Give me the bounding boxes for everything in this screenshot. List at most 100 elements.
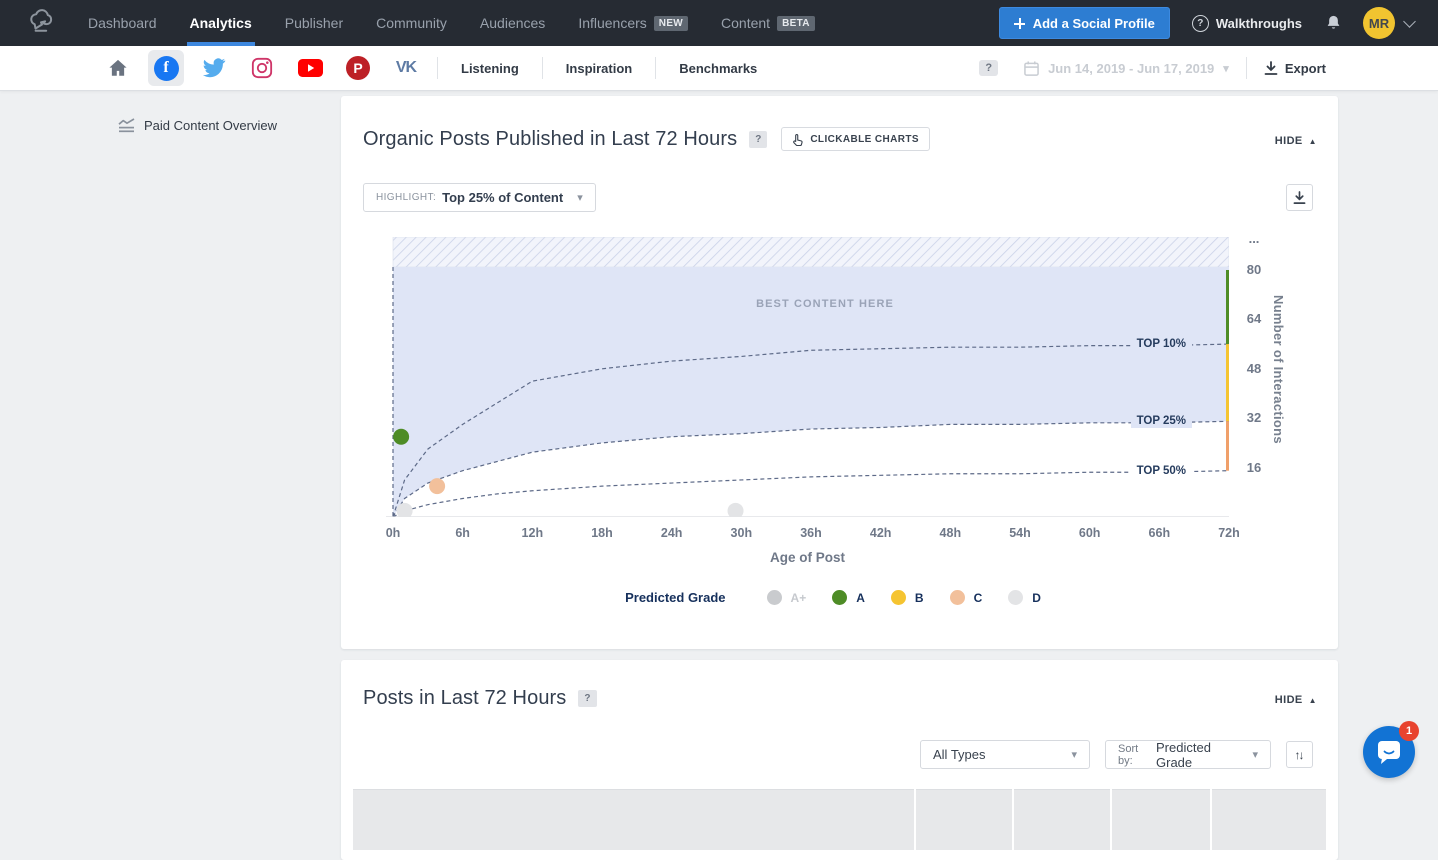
- legend-item-a[interactable]: A: [832, 590, 865, 605]
- benchmark-chart: BEST CONTENT HERE TOP 10% TOP 25% TOP 50…: [341, 237, 1338, 582]
- y-tick-label: 80: [1237, 262, 1271, 277]
- clickable-charts-button[interactable]: CLICKABLE CHARTS: [781, 127, 930, 151]
- sort-arrows-icon: ↑↓: [1295, 748, 1303, 762]
- post-type-filter[interactable]: All Types ▾: [920, 740, 1090, 769]
- x-tick-label: 18h: [580, 526, 624, 540]
- pinterest-channel-tab[interactable]: P: [334, 46, 382, 91]
- date-range-picker[interactable]: Jun 14, 2019 - Jun 17, 2019 ▾: [1024, 61, 1229, 76]
- home-icon[interactable]: [94, 46, 142, 91]
- table-header-cell: [1112, 789, 1210, 850]
- table-header-cell: [916, 789, 1012, 850]
- tab-listening[interactable]: Listening: [438, 61, 542, 76]
- y-tick-label: 16: [1237, 460, 1271, 475]
- grade-legend: Predicted Grade A+ A B C D: [341, 590, 1338, 605]
- sort-direction-button[interactable]: ↑↓: [1286, 741, 1313, 768]
- walkthroughs-button[interactable]: ? Walkthroughs: [1192, 15, 1302, 32]
- top-25-label: TOP 25%: [1131, 414, 1192, 428]
- nav-item-analytics[interactable]: Analytics: [190, 0, 252, 46]
- youtube-channel-tab[interactable]: [286, 46, 334, 91]
- nav-item-community[interactable]: Community: [376, 0, 447, 46]
- app-logo-icon[interactable]: [24, 6, 58, 40]
- x-tick-label: 12h: [510, 526, 554, 540]
- caret-up-icon: ▲: [1309, 696, 1317, 705]
- plus-icon: [1014, 18, 1025, 29]
- highlight-label: HIGHLIGHT:: [376, 192, 436, 203]
- vk-icon: VK: [396, 59, 416, 77]
- nav-item-content[interactable]: Content BETA: [721, 0, 815, 46]
- legend-item-d[interactable]: D: [1008, 590, 1041, 605]
- table-header-cell: [1212, 789, 1326, 850]
- sort-by-label: Sort by:: [1118, 743, 1151, 767]
- help-badge[interactable]: ?: [979, 60, 998, 76]
- highlight-dropdown[interactable]: HIGHLIGHT: Top 25% of Content ▾: [363, 183, 596, 212]
- caret-down-icon: ▾: [1071, 748, 1077, 761]
- hand-pointer-icon: [792, 133, 804, 146]
- x-tick-label: 54h: [998, 526, 1042, 540]
- download-chart-button[interactable]: [1286, 184, 1313, 211]
- section-title: Posts in Last 72 Hours: [363, 687, 566, 710]
- tab-inspiration[interactable]: Inspiration: [543, 61, 655, 76]
- y-tick-label: ...: [1237, 231, 1271, 246]
- calendar-icon: [1024, 61, 1039, 76]
- add-social-profile-button[interactable]: Add a Social Profile: [999, 7, 1170, 39]
- divider: [1246, 57, 1247, 79]
- sort-by-dropdown[interactable]: Sort by: Predicted Grade ▾: [1105, 740, 1271, 769]
- walkthroughs-label: Walkthroughs: [1216, 16, 1302, 31]
- tab-benchmarks[interactable]: Benchmarks: [656, 61, 780, 76]
- grade-swatch: [950, 590, 965, 605]
- table-header-cell: [353, 789, 914, 850]
- pinterest-icon: P: [346, 56, 370, 80]
- x-tick-label: 72h: [1207, 526, 1251, 540]
- help-badge[interactable]: ?: [578, 690, 596, 707]
- caret-down-icon: ▾: [1223, 62, 1229, 75]
- x-tick-label: 42h: [859, 526, 903, 540]
- nav-item-publisher[interactable]: Publisher: [285, 0, 343, 46]
- help-badge[interactable]: ?: [749, 131, 767, 148]
- x-axis-title: Age of Post: [386, 550, 1229, 565]
- legend-item-a-plus[interactable]: A+: [767, 590, 807, 605]
- x-tick-label: 0h: [371, 526, 415, 540]
- nav-item-label: Influencers: [578, 15, 646, 31]
- caret-down-icon: ▾: [1252, 748, 1258, 761]
- chevron-down-icon: [1403, 15, 1416, 28]
- grade-label: B: [915, 591, 924, 605]
- page-title: Organic Posts Published in Last 72 Hours: [363, 128, 737, 151]
- y-tick-label: 32: [1237, 410, 1271, 425]
- organic-posts-card: Organic Posts Published in Last 72 Hours…: [341, 96, 1338, 649]
- sidebar-item-label: Paid Content Overview: [144, 118, 277, 133]
- grade-label: A: [856, 591, 865, 605]
- sidebar-item-paid-content-overview[interactable]: Paid Content Overview: [118, 118, 277, 133]
- legend-item-c[interactable]: C: [950, 590, 983, 605]
- grade-swatch: [832, 590, 847, 605]
- post-type-value: All Types: [933, 747, 986, 762]
- user-menu[interactable]: MR: [1363, 7, 1414, 39]
- x-tick-label: 36h: [789, 526, 833, 540]
- chart-lines-icon: [118, 118, 135, 133]
- twitter-channel-tab[interactable]: [190, 46, 238, 91]
- caret-up-icon: ▲: [1309, 137, 1317, 146]
- nav-item-dashboard[interactable]: Dashboard: [88, 0, 157, 46]
- avatar: MR: [1363, 7, 1395, 39]
- notifications-bell-icon[interactable]: [1324, 13, 1343, 33]
- nav-item-audiences[interactable]: Audiences: [480, 0, 545, 46]
- vk-channel-tab[interactable]: VK: [382, 46, 430, 91]
- grade-label: A+: [791, 591, 807, 605]
- posts-list-card: Posts in Last 72 Hours ? HIDE ▲ All Type…: [341, 660, 1338, 860]
- new-badge: NEW: [654, 16, 688, 31]
- top-50-label: TOP 50%: [1131, 464, 1192, 478]
- legend-item-b[interactable]: B: [891, 590, 924, 605]
- nav-item-influencers[interactable]: Influencers NEW: [578, 0, 688, 46]
- caret-down-icon: ▾: [577, 191, 583, 204]
- y-axis-title: Number of Interactions: [1271, 295, 1286, 475]
- download-icon: [1293, 191, 1306, 205]
- x-tick-label: 24h: [650, 526, 694, 540]
- x-tick-label: 48h: [928, 526, 972, 540]
- chart-svg[interactable]: [386, 237, 1229, 517]
- date-range-value: Jun 14, 2019 - Jun 17, 2019: [1048, 61, 1214, 76]
- hide-section-button[interactable]: HIDE ▲: [1275, 135, 1317, 147]
- export-button[interactable]: Export: [1264, 61, 1326, 76]
- best-content-annotation: BEST CONTENT HERE: [725, 298, 925, 310]
- facebook-channel-tab[interactable]: f: [142, 46, 190, 91]
- instagram-channel-tab[interactable]: [238, 46, 286, 91]
- hide-section-button[interactable]: HIDE ▲: [1275, 694, 1317, 706]
